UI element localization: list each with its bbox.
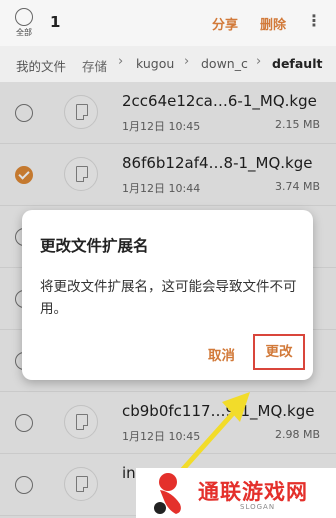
selected-count: 1: [50, 13, 61, 31]
breadcrumb: 我的文件 存储 › kugou › down_c › default: [0, 46, 336, 82]
cancel-button[interactable]: 取消: [208, 344, 235, 364]
breadcrumb-item-kugou[interactable]: kugou: [136, 56, 174, 71]
chevron-right-icon: ›: [256, 54, 262, 69]
watermark-title: 通联游戏网: [198, 480, 308, 504]
breadcrumb-item-default[interactable]: default: [272, 56, 322, 71]
watermark-logo-icon: [154, 473, 181, 514]
breadcrumb-item-down-c[interactable]: down_c: [201, 56, 248, 71]
chevron-right-icon: ›: [184, 54, 190, 69]
confirm-change-button[interactable]: 更改: [253, 334, 305, 370]
dialog-message: 将更改文件扩展名，这可能会导致文件不可用。: [40, 279, 297, 317]
rename-extension-dialog: 更改文件扩展名 将更改文件扩展名，这可能会导致文件不可用。 取消 更改: [22, 210, 313, 380]
breadcrumb-item-my-files[interactable]: 我的文件: [16, 56, 66, 75]
chevron-right-icon: ›: [118, 54, 124, 69]
more-options-icon[interactable]: ⋮: [306, 10, 322, 32]
breadcrumb-item-storage[interactable]: 存储: [82, 56, 107, 75]
delete-button[interactable]: 删除: [260, 14, 286, 33]
share-button[interactable]: 分享: [212, 14, 238, 33]
select-all-label: 全部: [16, 28, 32, 37]
watermark-slogan: SLOGAN: [240, 503, 276, 511]
selection-toolbar: 全部 1 分享 删除 ⋮: [0, 0, 336, 46]
dialog-title: 更改文件扩展名: [40, 237, 149, 255]
select-all-checkbox[interactable]: [15, 8, 33, 26]
select-all-button[interactable]: 全部: [12, 8, 36, 38]
